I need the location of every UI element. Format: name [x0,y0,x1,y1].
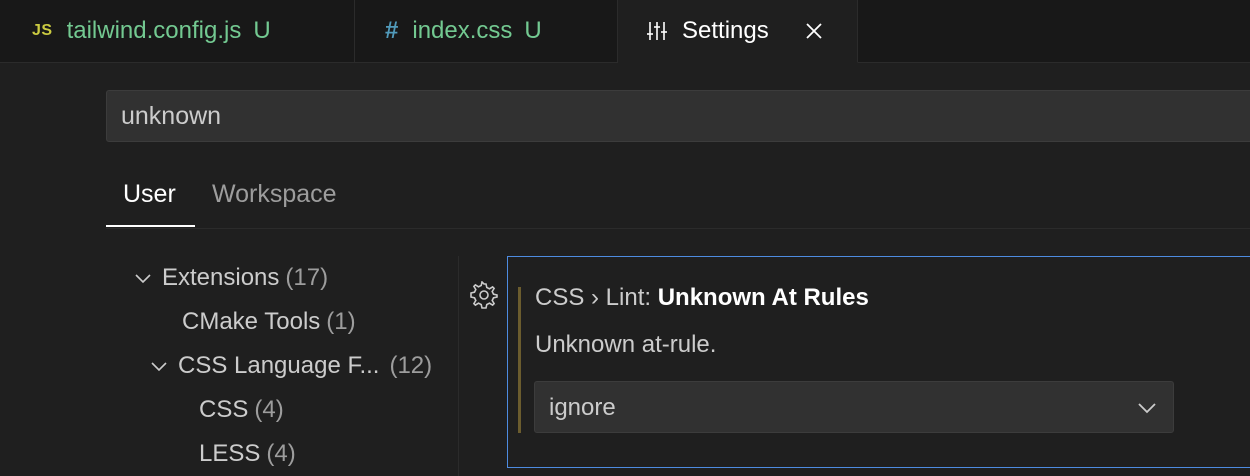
tab-label: index.css [412,17,513,44]
setting-description: Unknown at-rule. [535,331,717,358]
toc-item-count: (17) [285,264,329,291]
close-icon[interactable] [805,22,823,40]
toc-item-label: Extensions [162,264,280,291]
settings-search-input[interactable] [107,91,1250,141]
tab-workspace[interactable]: Workspace [212,180,337,209]
tab-user[interactable]: User [123,180,176,209]
chevron-down-icon [134,269,152,287]
settings-sliders-icon [646,20,668,42]
toc-item-count: (4) [254,396,284,423]
active-tab-indicator [106,225,195,227]
javascript-file-icon: JS [32,22,53,39]
git-status-badge: U [253,17,271,44]
gear-icon[interactable] [470,280,498,309]
toc-item-less[interactable]: LESS (4) [199,440,296,468]
toc-item-label: CMake Tools [182,308,321,335]
toc-item-cmake-tools[interactable]: CMake Tools (1) [182,308,356,336]
setting-key: Unknown At Rules [657,284,869,311]
toc-item-label: LESS [199,440,261,467]
settings-search-box [106,90,1250,142]
tab-label: tailwind.config.js [66,17,242,44]
chevron-down-icon [1135,396,1159,420]
tab-tailwind-config[interactable]: JS tailwind.config.js U [0,0,355,62]
toc-item-count: (4) [266,440,296,467]
css-file-icon: # [385,17,399,44]
setting-category: CSS › Lint: [535,284,658,311]
unknown-at-rules-select[interactable]: ignore [534,381,1174,433]
toc-item-extensions[interactable]: Extensions (17) [134,264,328,292]
editor-tab-bar: JS tailwind.config.js U # index.css U Se… [0,0,1250,63]
toc-item-css[interactable]: CSS (4) [199,396,284,424]
git-status-badge: U [524,17,542,44]
chevron-down-icon [150,357,168,375]
settings-scope-tabs: User Workspace [106,170,1250,229]
settings-toc: Extensions (17) CMake Tools (1) CSS Lang… [0,256,459,476]
toc-item-label: CSS [199,396,249,423]
toc-item-count: (12) [389,352,433,379]
toc-item-label: CSS Language F... [178,352,380,379]
toc-item-count: (1) [326,308,356,335]
tab-label: Settings [682,17,769,44]
tab-settings[interactable]: Settings [618,0,858,63]
tab-index-css[interactable]: # index.css U [355,0,618,62]
toc-item-css-language-features[interactable]: CSS Language F... (12) [150,352,432,380]
setting-title: CSS › Lint: Unknown At Rules [535,284,869,312]
modified-indicator [518,287,521,433]
select-value: ignore [549,394,616,421]
